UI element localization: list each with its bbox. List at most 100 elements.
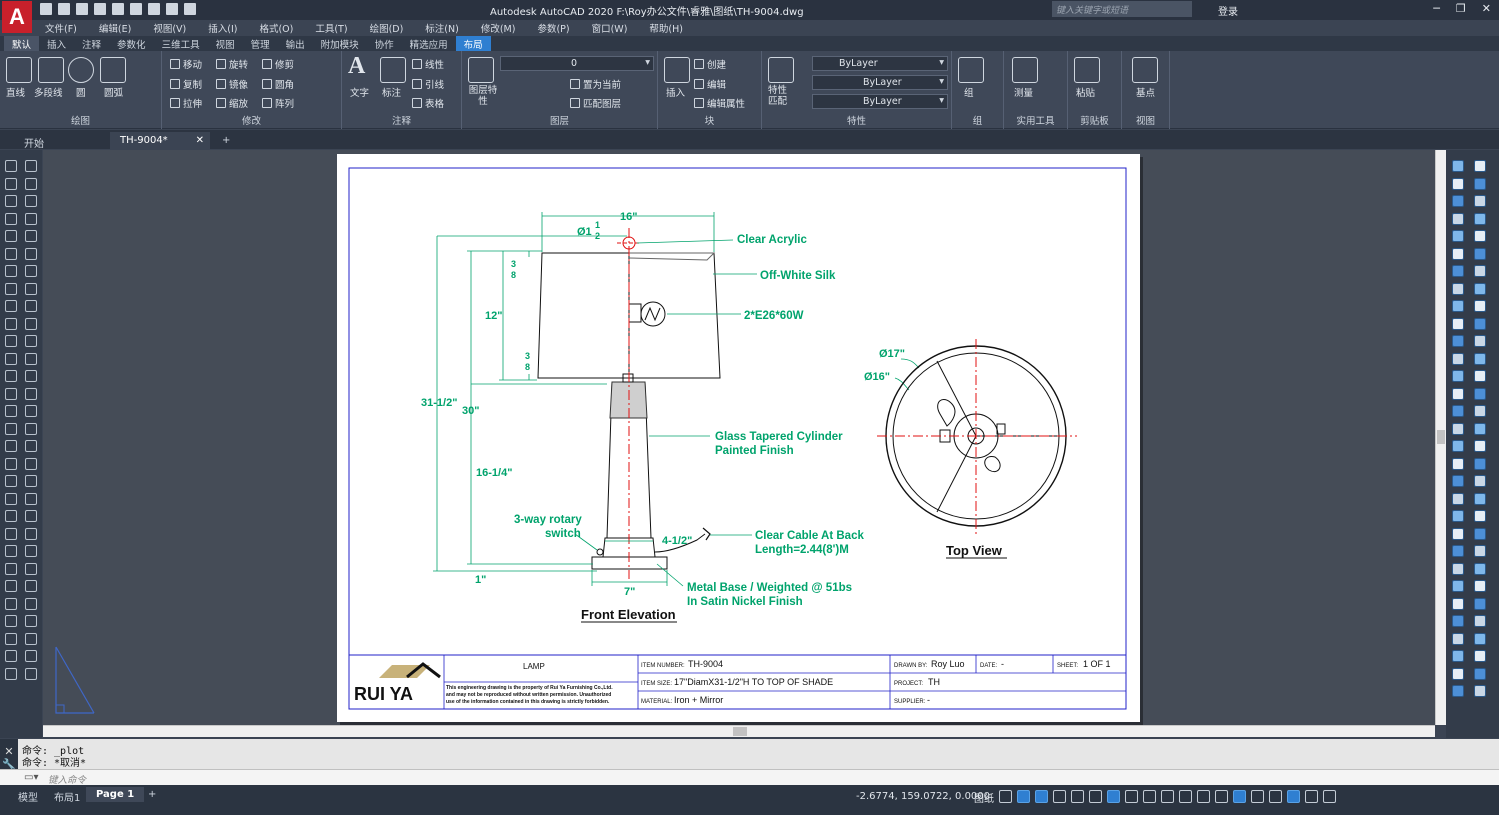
point-tool-icon[interactable] [1474, 527, 1486, 540]
gradient-tool-icon[interactable] [1474, 492, 1486, 505]
polar-icon[interactable] [1053, 790, 1066, 803]
ellipse-tool-icon[interactable] [25, 475, 37, 487]
modify-group-title[interactable]: 修改 [162, 113, 341, 127]
close-command-window-icon[interactable]: ✕ [0, 745, 18, 758]
rotate-tool-icon[interactable] [1452, 317, 1464, 330]
lineweight-dropdown[interactable]: ByLayer [812, 94, 948, 109]
scale-tool-icon[interactable] [25, 317, 37, 330]
close-icon[interactable]: ✕ [1482, 2, 1491, 15]
polyline-tool-icon[interactable] [1474, 160, 1486, 172]
offset-tool-icon[interactable] [5, 405, 17, 417]
break-tool-icon[interactable] [1474, 632, 1486, 645]
line-button[interactable]: 直线 [6, 85, 25, 99]
groups-group-title[interactable]: 组 [952, 113, 1003, 127]
horizontal-scrollbar[interactable] [43, 725, 1435, 737]
start-tab[interactable]: 开始 [14, 132, 54, 150]
line-icon[interactable] [6, 57, 32, 83]
trim-tool-icon[interactable] [1474, 615, 1486, 627]
line-tool-icon[interactable] [5, 160, 17, 172]
fillet-tool-icon[interactable] [5, 387, 17, 400]
extend-tool-icon[interactable] [1452, 352, 1464, 365]
copy-tool-icon[interactable] [5, 580, 17, 592]
polyline-button[interactable]: 多段线 [34, 85, 63, 99]
save-as-icon[interactable] [94, 3, 106, 15]
rectangle-tool-icon[interactable] [25, 457, 37, 470]
tab-parametric[interactable]: 参数化 [109, 36, 154, 51]
copy-tool-icon[interactable] [1452, 580, 1464, 592]
group-button[interactable]: 组 [964, 85, 974, 99]
fillet-button[interactable]: 圆角 [262, 77, 294, 91]
block-tool-icon[interactable] [25, 545, 37, 557]
linetype-dropdown[interactable]: ByLayer [812, 75, 948, 90]
ellipse-tool-icon[interactable] [1474, 475, 1486, 487]
circle-button[interactable]: 圆 [76, 85, 86, 99]
minimize-icon[interactable]: ─ [1433, 2, 1440, 15]
clipboard-group-title[interactable]: 剪贴板 [1068, 113, 1121, 127]
text-tool-icon[interactable] [5, 527, 17, 540]
block-tool-icon[interactable] [1474, 265, 1486, 277]
arc-tool-icon[interactable] [1452, 457, 1464, 470]
erase-tool-icon[interactable] [25, 422, 37, 435]
line-tool-icon[interactable] [1452, 440, 1464, 452]
text-button[interactable]: 文字 [350, 85, 369, 99]
redo-icon[interactable] [184, 3, 196, 15]
new-tab-icon[interactable]: + [212, 132, 240, 149]
spline-tool-icon[interactable] [5, 265, 17, 277]
menu-view[interactable]: 视图(V) [142, 20, 197, 35]
menu-help[interactable]: 帮助(H) [638, 20, 694, 35]
explode-tool-icon[interactable] [1474, 387, 1486, 400]
block-group-title[interactable]: 块 [658, 113, 761, 127]
fillet-tool-icon[interactable] [1452, 387, 1464, 400]
scale-tool-icon[interactable] [25, 597, 37, 610]
menu-insert[interactable]: 插入(I) [197, 20, 248, 35]
mirror-tool-icon[interactable] [1474, 685, 1486, 697]
login-button[interactable]: 登录 [1218, 3, 1238, 18]
customize-menu-icon[interactable] [1323, 790, 1336, 803]
mirror-tool-icon[interactable] [25, 405, 37, 417]
array-tool-icon[interactable] [5, 422, 17, 435]
menu-dimension[interactable]: 标注(N) [414, 20, 470, 35]
rectangle-tool-icon[interactable] [25, 177, 37, 190]
erase-tool-icon[interactable] [1474, 422, 1486, 435]
menu-parametric[interactable]: 参数(P) [526, 20, 580, 35]
rotate-tool-icon[interactable] [5, 597, 17, 610]
array-tool-icon[interactable] [1452, 422, 1464, 435]
polyline-icon[interactable] [38, 57, 64, 83]
tab-3d-tools[interactable]: 三维工具 [154, 36, 208, 51]
polyline-tool-icon[interactable] [25, 440, 37, 452]
arc-icon[interactable] [100, 57, 126, 83]
circle-tool-icon[interactable] [1452, 195, 1464, 207]
menu-edit[interactable]: 编辑(E) [88, 20, 142, 35]
autocad-logo-button[interactable]: A [2, 1, 32, 33]
spline-tool-icon[interactable] [5, 545, 17, 557]
clean-screen-icon[interactable] [1305, 790, 1318, 803]
menu-modify[interactable]: 修改(M) [470, 20, 527, 35]
trim-tool-icon[interactable] [1474, 335, 1486, 347]
chamfer-tool-icon[interactable] [25, 650, 37, 662]
arc-button[interactable]: 圆弧 [104, 85, 123, 99]
chamfer-tool-icon[interactable] [25, 370, 37, 382]
utilities-group-title[interactable]: 实用工具 [1004, 113, 1067, 127]
tab-collaborate[interactable]: 协作 [367, 36, 402, 51]
break-tool-icon[interactable] [25, 352, 37, 365]
copy-tool-icon[interactable] [1452, 300, 1464, 312]
hatch-tool-icon[interactable] [1452, 212, 1464, 225]
tab-default[interactable]: 默认 [4, 36, 40, 51]
new-file-icon[interactable] [40, 3, 52, 15]
layer-properties-icon[interactable] [468, 57, 494, 83]
units-icon[interactable] [1215, 790, 1228, 803]
draw-group-title[interactable]: 绘图 [0, 113, 161, 127]
make-current-button[interactable]: 置为当前 [570, 77, 621, 91]
edit-block-button[interactable]: 编辑 [694, 77, 726, 91]
transparency-icon[interactable] [1125, 790, 1138, 803]
layout-paper[interactable]: 16" Ø1 1 2 3 8 12" 3 8 31-1/2" 30" 16-1/… [337, 154, 1140, 722]
ortho-icon[interactable] [1035, 790, 1048, 803]
region-tool-icon[interactable] [5, 230, 17, 242]
hatch-tool-icon[interactable] [5, 212, 17, 225]
wipeout-tool-icon[interactable] [1474, 562, 1486, 575]
mirror-tool-icon[interactable] [1474, 405, 1486, 417]
menu-format[interactable]: 格式(O) [248, 20, 304, 35]
annotation-group-title[interactable]: 注释 [342, 113, 461, 127]
point-tool-icon[interactable] [1474, 247, 1486, 260]
gradient-tool-icon[interactable] [25, 492, 37, 505]
